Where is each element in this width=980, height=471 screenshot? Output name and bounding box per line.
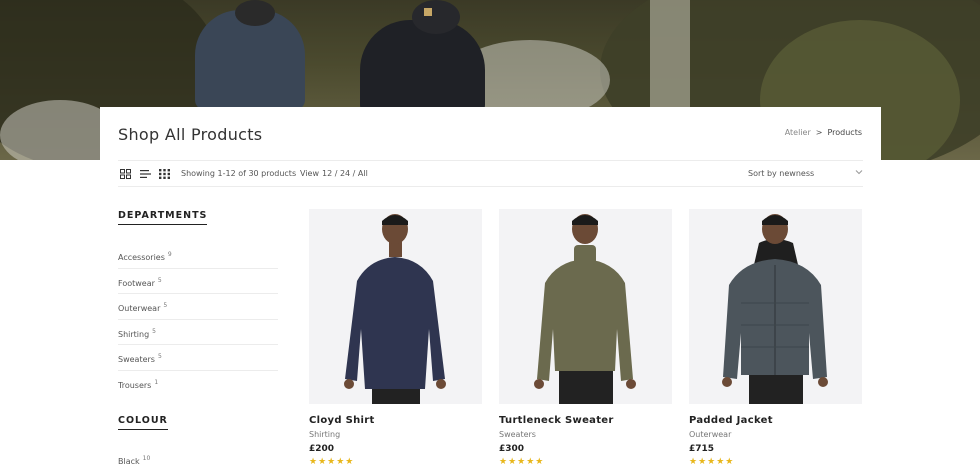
department-label: Outerwear — [118, 304, 161, 313]
rating-stars: ★★★★★ — [499, 457, 545, 467]
colour-item-black[interactable]: Black 10 — [118, 455, 150, 466]
departments-heading: DEPARTMENTS — [118, 210, 208, 225]
model-figure — [722, 214, 828, 404]
product-card: Padded Jacket Outerwear £715 ★★★★★ — [689, 209, 862, 467]
colour-heading: COLOUR — [118, 415, 168, 430]
results-count: Showing 1-12 of 30 products — [181, 169, 297, 178]
department-count: 5 — [157, 353, 162, 360]
breadcrumb-current: Products — [827, 128, 862, 137]
rating-stars: ★★★★★ — [689, 457, 735, 467]
department-label: Sweaters — [118, 355, 155, 364]
department-item-outerwear[interactable]: Outerwear 5 — [118, 294, 278, 320]
department-item-trousers[interactable]: Trousers 1 — [118, 371, 278, 397]
department-count: 1 — [154, 378, 159, 386]
list-icon[interactable] — [140, 169, 151, 179]
department-item-sweaters[interactable]: Sweaters 5 — [118, 345, 278, 371]
department-label: Accessories — [118, 253, 165, 262]
rating-stars: ★★★★★ — [309, 457, 355, 467]
sort-select[interactable]: Sort by newness — [748, 164, 863, 184]
department-count: 5 — [163, 302, 168, 309]
grid-large-icon[interactable] — [120, 169, 131, 179]
product-card: Cloyd Shirt Shirting £200 ★★★★★ — [309, 209, 482, 467]
product-price: £715 — [689, 444, 715, 454]
page-title: Shop All Products — [118, 125, 263, 144]
per-page-options[interactable]: 12 / 24 / All — [322, 169, 368, 178]
garment-shape — [345, 257, 445, 389]
breadcrumb-link-atelier[interactable]: Atelier — [785, 128, 811, 137]
product-category: Outerwear — [689, 430, 732, 439]
department-count: 5 — [152, 327, 156, 335]
product-category: Sweaters — [499, 430, 536, 439]
breadcrumb-separator: > — [815, 128, 823, 137]
page-header: Shop All Products Atelier > Products — [100, 107, 881, 160]
product-image[interactable] — [689, 209, 862, 404]
view-label: View — [300, 169, 319, 178]
model-figure — [344, 214, 446, 404]
colour-count: 10 — [142, 455, 151, 462]
department-label: Shirting — [118, 329, 150, 339]
chevron-down-icon — [855, 170, 863, 175]
garment-shape — [537, 259, 633, 381]
department-label: Trousers — [118, 380, 152, 390]
product-name[interactable]: Padded Jacket — [689, 415, 862, 426]
product-image[interactable] — [499, 209, 672, 404]
department-label: Footwear — [118, 278, 155, 288]
department-item-accessories[interactable]: Accessories 9 — [118, 243, 278, 269]
shop-toolbar: Showing 1-12 of 30 products View 12 / 24… — [118, 160, 863, 187]
departments-list: Accessories 9 Footwear 5 Outerwear 5 Shirti… — [118, 243, 278, 396]
product-price: £200 — [309, 444, 335, 454]
sort-select-value: Sort by newness — [748, 169, 815, 178]
product-image[interactable] — [309, 209, 482, 404]
product-category: Shirting — [309, 430, 341, 439]
model-figure — [534, 214, 636, 404]
department-item-shirting[interactable]: Shirting 5 — [118, 320, 278, 345]
department-count: 9 — [167, 251, 172, 258]
colour-label: Black — [118, 457, 140, 466]
breadcrumb: Atelier > Products — [785, 128, 862, 137]
product-name[interactable]: Cloyd Shirt — [309, 415, 482, 426]
product-card: Turtleneck Sweater Sweaters £300 ★★★★★ — [499, 209, 672, 467]
department-count: 5 — [157, 276, 162, 284]
product-price: £300 — [499, 444, 525, 454]
department-item-footwear[interactable]: Footwear 5 — [118, 269, 278, 294]
grid-small-icon[interactable] — [159, 169, 170, 179]
product-name[interactable]: Turtleneck Sweater — [499, 415, 672, 426]
